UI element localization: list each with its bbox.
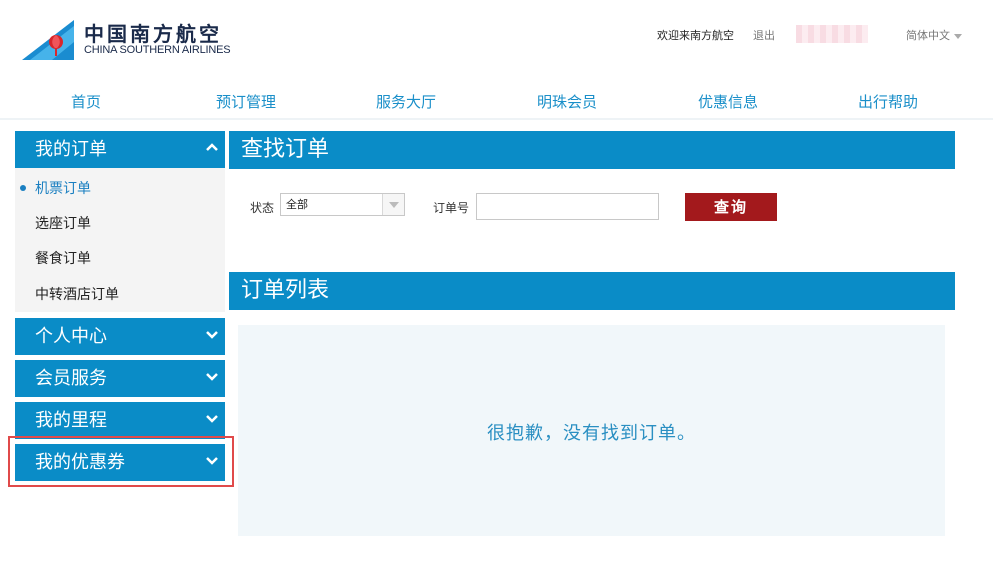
- sidebar-section-my-miles[interactable]: 我的里程: [15, 402, 225, 439]
- chevron-down-icon: [206, 373, 218, 381]
- order-number-input[interactable]: [476, 193, 659, 220]
- main-nav: 首页 预订管理 服务大厅 明珠会员 优惠信息 出行帮助: [0, 80, 993, 120]
- chevron-up-icon: [206, 143, 218, 151]
- my-orders-submenu: 机票订单 选座订单 餐食订单 中转酒店订单: [15, 168, 225, 312]
- sidebar-section-member-service[interactable]: 会员服务: [15, 360, 225, 397]
- logo-chinese-name: 中国南方航空: [84, 22, 222, 46]
- nav-booking-management[interactable]: 预订管理: [216, 91, 276, 112]
- coupons-highlight-box: [8, 436, 234, 487]
- nav-travel-help[interactable]: 出行帮助: [858, 91, 918, 112]
- sidebar-section-label: 个人中心: [35, 326, 107, 347]
- nav-pearl-member[interactable]: 明珠会员: [537, 91, 597, 112]
- order-number-label: 订单号: [433, 201, 470, 215]
- status-select-value: 全部: [286, 198, 308, 211]
- logout-link[interactable]: 退出: [753, 27, 775, 43]
- query-button[interactable]: 查询: [685, 193, 777, 221]
- welcome-text: 欢迎来南方航空: [657, 29, 734, 42]
- language-selector[interactable]: 简体中文: [906, 27, 962, 43]
- nav-service-hall[interactable]: 服务大厅: [376, 91, 436, 112]
- site-header: 中国南方航空 CHINA SOUTHERN AIRLINES 欢迎来南方航空 退…: [0, 0, 993, 80]
- chevron-down-icon: [206, 415, 218, 423]
- language-label: 简体中文: [906, 29, 950, 42]
- order-list-section-title: 订单列表: [229, 272, 955, 310]
- sidebar-item-seat-orders[interactable]: 选座订单: [35, 213, 91, 233]
- kapok-logo-icon[interactable]: [22, 20, 74, 60]
- status-select[interactable]: 全部: [280, 193, 405, 216]
- status-label: 状态: [250, 201, 275, 215]
- sidebar-item-transit-hotel-orders[interactable]: 中转酒店订单: [35, 284, 119, 304]
- chevron-down-icon[interactable]: [382, 194, 404, 215]
- sidebar-section-label: 我的里程: [35, 410, 107, 431]
- sidebar-section-personal-center[interactable]: 个人中心: [15, 318, 225, 355]
- sidebar-item-label: 机票订单: [35, 181, 91, 197]
- sidebar-item-meal-orders[interactable]: 餐食订单: [35, 248, 91, 268]
- nav-home[interactable]: 首页: [71, 91, 101, 112]
- sidebar-section-label: 会员服务: [35, 368, 107, 389]
- order-list-empty-panel: 很抱歉，没有找到订单。: [238, 325, 945, 536]
- logo-english-name: CHINA SOUTHERN AIRLINES: [84, 44, 231, 56]
- chevron-down-icon: [954, 33, 962, 39]
- active-bullet-icon: [20, 185, 26, 191]
- chevron-down-icon: [206, 331, 218, 339]
- nav-promotions[interactable]: 优惠信息: [698, 91, 758, 112]
- sidebar-item-flight-orders[interactable]: 机票订单: [20, 178, 91, 198]
- sidebar-section-my-orders[interactable]: 我的订单: [15, 131, 225, 168]
- search-section-title: 查找订单: [229, 131, 955, 169]
- sidebar-section-label: 我的订单: [35, 139, 107, 160]
- username-redacted: [796, 25, 868, 43]
- empty-message: 很抱歉，没有找到订单。: [487, 423, 696, 444]
